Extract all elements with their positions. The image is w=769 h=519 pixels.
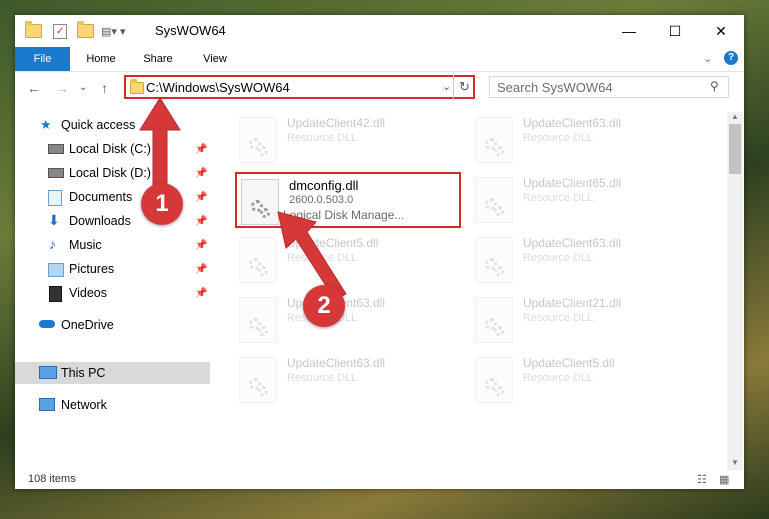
list-item[interactable]: UpdateClient63.dll Resource DLL [239,352,459,406]
forward-icon[interactable]: → [55,80,69,96]
film-icon [49,286,62,302]
list-item[interactable]: UpdateClient65.dll Resource DLL [475,172,695,226]
recent-locations-icon[interactable]: ⌄ [79,82,87,93]
pin-icon[interactable]: 📌 [195,264,207,275]
dll-file-icon [475,117,513,163]
file-name: dmconfig.dll [289,178,359,193]
chevron-down-icon[interactable]: ⌄ [442,80,451,93]
tab-view[interactable]: View [191,47,239,71]
pin-icon[interactable]: 📌 [195,288,207,299]
step-badge-1: 1 [141,183,183,225]
customize-toolbar-icon[interactable]: ▤▾ ▾ [101,23,126,39]
minimize-button[interactable]: — [606,15,652,47]
up-icon[interactable]: ↑ [101,80,108,96]
list-item[interactable]: UpdateClient5.dll Resource DLL [475,352,695,406]
address-path: C:\Windows\SysWOW64 [146,80,290,95]
status-bar: 108 items ☷ ▦ [15,470,744,489]
drive-icon [48,168,64,178]
pin-icon[interactable]: 📌 [195,192,207,203]
new-folder-icon[interactable] [77,21,94,39]
arrow-up-icon [139,97,181,191]
network-icon [39,398,55,411]
maximize-button[interactable]: ☐ [652,15,698,47]
cloud-icon [39,320,55,328]
dll-file-icon [239,117,277,163]
address-row: ← → ⌄ ↑ C:\Windows\SysWOW64 ⌄ ↻ Search S… [15,72,744,104]
list-item[interactable]: UpdateClient63.dll Resource DLL [475,112,695,166]
scroll-down-icon[interactable]: ▼ [731,458,739,467]
dll-file-icon [475,177,513,223]
download-icon: ⬇ [48,212,60,228]
tab-file[interactable]: File [15,47,70,71]
sidebar-item-network[interactable]: Network [15,394,210,416]
search-icon[interactable]: ⚲ [710,79,719,93]
list-item[interactable]: UpdateClient42.dll Resource DLL [239,112,459,166]
explorer-window: ✓ ▤▾ ▾ SysWOW64 — ☐ ✕ File Home Share Vi… [15,15,744,489]
dll-file-icon [475,357,513,403]
search-placeholder: Search SysWOW64 [497,80,613,95]
dll-file-icon [475,297,513,343]
file-version: 2600.0.503.0 [289,194,354,206]
sidebar-item-music[interactable]: ♪ Music 📌 [15,234,210,256]
help-icon[interactable]: ? [724,51,738,65]
refresh-icon[interactable]: ↻ [459,79,470,95]
sidebar-item-videos[interactable]: Videos 📌 [15,282,210,304]
pin-icon[interactable]: 📌 [195,144,207,155]
pictures-icon [48,263,64,277]
scroll-up-icon[interactable]: ▲ [731,112,739,121]
title-bar: ✓ ▤▾ ▾ SysWOW64 — ☐ ✕ [15,15,744,47]
pin-icon[interactable]: 📌 [195,168,207,179]
music-icon: ♪ [49,236,56,252]
drive-icon [48,144,64,154]
documents-icon [48,190,62,206]
folder-icon [25,21,42,39]
close-button[interactable]: ✕ [698,15,744,47]
chevron-down-icon[interactable]: ⌄ [703,52,712,65]
item-count: 108 items [28,473,76,485]
ribbon-tabs: File Home Share View ⌄ ? [15,47,744,72]
search-input[interactable]: Search SysWOW64 ⚲ [489,76,729,98]
dll-file-icon [239,357,277,403]
tab-share[interactable]: Share [133,47,183,71]
window-title: SysWOW64 [155,23,226,38]
sidebar-item-this-pc[interactable]: This PC [15,362,210,384]
dll-file-icon [475,237,513,283]
step-badge-2: 2 [303,285,345,327]
list-item[interactable]: UpdateClient63.dll Resource DLL [475,232,695,286]
star-icon: ★ [40,117,52,132]
sidebar-item-pictures[interactable]: Pictures 📌 [15,258,210,280]
pin-icon[interactable]: 📌 [195,216,207,227]
tab-home[interactable]: Home [77,47,125,71]
list-item[interactable]: UpdateClient21.dll Resource DLL [475,292,695,346]
details-view-icon[interactable]: ☷ [697,473,707,486]
scroll-thumb[interactable] [729,124,741,174]
back-icon[interactable]: ← [27,80,41,96]
large-icons-view-icon[interactable]: ▦ [719,473,729,486]
computer-icon [39,366,57,379]
pin-icon[interactable]: 📌 [195,240,207,251]
vertical-scrollbar[interactable]: ▲ ▼ [727,112,743,470]
sidebar-item-onedrive[interactable]: OneDrive [15,314,210,336]
properties-icon[interactable]: ✓ [53,23,67,39]
